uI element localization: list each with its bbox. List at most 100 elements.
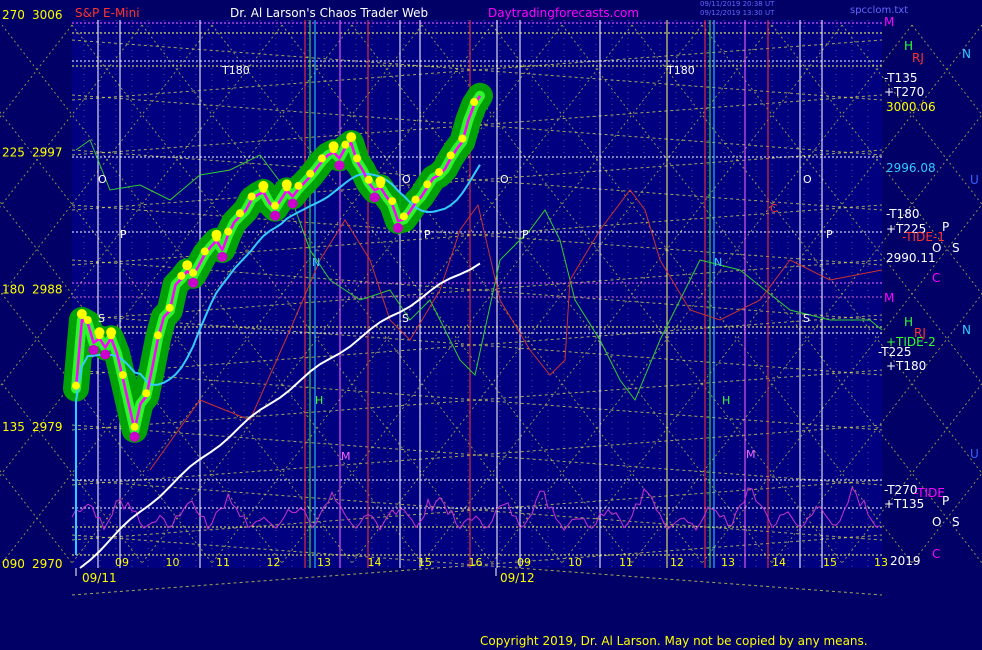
right-level-label: C [932,547,940,561]
right-level-label: H [904,315,913,329]
price-dot [165,303,174,312]
x-hour-label: 14 [368,556,382,569]
annotation-label: H [722,394,730,407]
annotation-label: P [120,228,127,241]
timestamp-1: 09/11/2019 20:38 UT [700,0,775,8]
annotation-label: M [341,450,351,463]
price-dot [142,389,151,398]
y-price-label: 2988 [32,283,63,297]
low-dot [287,198,298,209]
price-dot [177,271,186,280]
price-dot [411,195,420,204]
price-dot [130,422,139,431]
annotation-label: P [826,228,833,241]
right-level-label: O [932,515,941,529]
right-level-label: S [952,241,960,255]
annotation-label: O [402,173,411,186]
site-title: Dr. Al Larson's Chaos Trader Web [230,6,429,20]
site-link[interactable]: Daytradingforecasts.com [488,6,639,20]
y-price-label: 3006 [32,8,63,22]
price-dot [72,381,80,390]
x-hour-label: 11 [619,556,633,569]
annotation-label: P [424,228,431,241]
y-angle-label: 180 [2,283,25,297]
high-dot [346,132,357,143]
low-dot [217,251,228,262]
annotation-label: N [312,256,320,269]
price-dot [247,192,256,201]
low-dot [129,431,140,442]
x-date-label: 09/12 [500,571,535,585]
x-hour-label: 13 [317,556,331,569]
price-dot [212,233,221,242]
price-dot [435,168,444,177]
x-hour-label: 14 [772,556,786,569]
price-dot [107,331,116,340]
right-level-label: -T135 [884,71,917,85]
high-dot [182,260,193,271]
y-angle-label: 090 [2,557,25,571]
x-hour-label: 11 [216,556,230,569]
right-level-label: M [884,15,894,29]
price-dot [294,181,303,190]
price-dot [235,209,244,218]
price-dot [83,316,92,325]
price-dot [388,197,397,206]
x-hour-label: 12 [670,556,684,569]
low-dot [100,349,111,360]
y-angle-label: 225 [2,145,25,159]
annotation-label: S [98,312,105,325]
annotation-label: O [803,173,812,186]
price-dot [317,154,326,163]
timestamp-2: 09/12/2019 13:30 UT [700,9,775,17]
right-level-label: U [970,447,979,461]
right-level-label: -T270 [884,483,917,497]
annotation-label: N [714,256,722,269]
x-hour-label: 16 [469,556,483,569]
right-level-label: -T180 [886,207,919,221]
annotation-label: T180 [666,64,695,77]
x-hour-label: 13 [874,556,888,569]
price-dot [95,331,104,340]
price-dot [259,184,268,193]
x-hour-label: 09 [115,556,129,569]
price-dot [200,247,209,256]
price-dot [306,169,315,178]
x-date-label: 09/11 [82,571,117,585]
right-level-label: +T270 [884,85,924,99]
price-dot [224,227,233,236]
chart-window: 270 3006 225 2997 180 2988 135 2979 090 2970 09 10 1… [0,0,982,650]
right-level-label: -T225 [878,345,911,359]
annotation-label: O [500,173,509,186]
low-dot [369,192,380,203]
annotation-label: O [98,173,107,186]
price-dot [353,154,362,163]
price-chart: 270 3006 225 2997 180 2988 135 2979 090 2970 09 10 1… [0,8,982,596]
y-price-label: 2970 [32,557,63,571]
y-angle-label: 270 [2,8,25,22]
x-hour-label: 09 [517,556,531,569]
annotation-label: H [315,394,323,407]
x-hour-label: 13 [721,556,735,569]
annotation-label: T180 [221,64,250,77]
price-dot [329,145,338,154]
price-dot [458,134,467,143]
right-level-label: RJ [912,51,924,65]
low-dot [270,210,281,221]
price-dot [153,331,162,340]
x-hour-label: 10 [568,556,582,569]
right-level-label: 2996.08 [886,161,936,175]
x-hour-label: 15 [418,556,432,569]
file-name: spcclom.txt [850,5,909,16]
right-level-label: 2019 [890,554,921,568]
right-level-label: P [942,494,949,508]
price-dot [399,212,408,221]
price-dot [341,140,350,149]
y-price-label: 2997 [32,145,63,159]
right-level-label: 3000.06 [886,100,936,114]
price-dot [364,175,373,184]
right-level-label: N [962,323,971,337]
copyright-notice: Copyright 2019, Dr. Al Larson. May not b… [480,634,868,648]
x-hour-label: 12 [267,556,281,569]
price-dot [282,183,291,192]
